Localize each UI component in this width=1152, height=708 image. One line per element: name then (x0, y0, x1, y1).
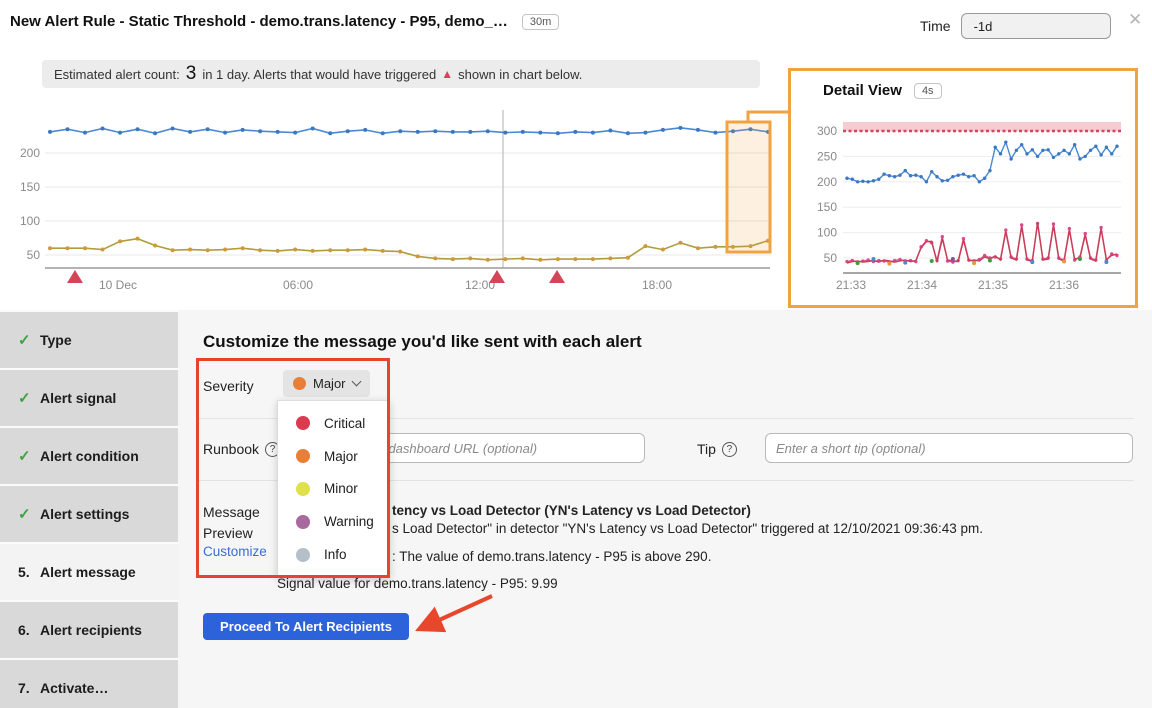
banner-text: Estimated alert count: (54, 67, 180, 82)
check-icon: ✓ (18, 447, 40, 465)
sidebar-item-alert-signal[interactable]: ✓Alert signal (0, 370, 178, 426)
check-icon: ✓ (18, 505, 40, 523)
detail-resolution-badge: 4s (914, 83, 942, 99)
alert-count: 3 (186, 63, 197, 85)
time-range-group: Time (920, 13, 1111, 39)
sidebar-item-activate[interactable]: 7.Activate… (0, 660, 178, 708)
banner-text: in 1 day. Alerts that would have trigger… (202, 67, 436, 82)
severity-option-info[interactable]: Info (278, 539, 389, 571)
banner-text: shown in chart below. (458, 67, 582, 82)
sidebar-item-label: Type (40, 332, 72, 348)
svg-text:06:00: 06:00 (283, 278, 313, 292)
svg-text:150: 150 (817, 200, 837, 214)
step-number: 6. (18, 622, 40, 638)
severity-dropdown-menu: Critical Major Minor Warning Info (277, 400, 390, 578)
step-number: 7. (18, 680, 40, 696)
severity-option-warning[interactable]: Warning (278, 506, 389, 538)
estimated-alert-banner: Estimated alert count: 3 in 1 day. Alert… (42, 60, 760, 88)
check-icon: ✓ (18, 331, 40, 349)
help-icon[interactable]: ? (722, 442, 737, 457)
severity-option-major[interactable]: Major (278, 440, 389, 472)
severity-option-minor[interactable]: Minor (278, 473, 389, 505)
time-label: Time (920, 18, 951, 34)
severity-color-dot (296, 482, 310, 496)
sidebar-item-alert-recipients[interactable]: 6.Alert recipients (0, 602, 178, 658)
customize-link[interactable]: Customize (203, 544, 267, 559)
severity-option-label: Minor (324, 481, 358, 496)
svg-text:50: 50 (27, 248, 41, 262)
severity-option-label: Major (324, 449, 358, 464)
sidebar-item-alert-condition[interactable]: ✓Alert condition (0, 428, 178, 484)
severity-label: Severity (203, 378, 254, 394)
severity-option-critical[interactable]: Critical (278, 407, 389, 439)
severity-color-dot (296, 449, 310, 463)
svg-text:21:35: 21:35 (978, 278, 1008, 292)
chart-resolution-badge: 30m (522, 14, 559, 30)
wizard-steps-sidebar: ✓Type✓Alert signal✓Alert condition✓Alert… (0, 310, 178, 708)
sidebar-item-label: Alert condition (40, 448, 139, 464)
sidebar-item-label: Alert signal (40, 390, 116, 406)
tip-input[interactable] (765, 433, 1133, 463)
message-preview-label: Message Preview (203, 502, 279, 544)
detail-view-chart: 300 250 200 150 100 50 21:33 21:34 21:35 21:36 (791, 105, 1135, 305)
close-icon[interactable]: ✕ (1128, 10, 1142, 30)
proceed-to-alert-recipients-button[interactable]: Proceed To Alert Recipients (203, 613, 409, 640)
sidebar-item-label: Alert message (40, 564, 136, 580)
severity-color-dot (293, 377, 306, 390)
svg-text:21:33: 21:33 (836, 278, 866, 292)
svg-text:21:36: 21:36 (1049, 278, 1079, 292)
svg-text:18:00: 18:00 (642, 278, 672, 292)
severity-option-label: Critical (324, 416, 365, 431)
severity-color-dot (296, 548, 310, 562)
svg-text:10 Dec: 10 Dec (99, 278, 137, 292)
runbook-label: Runbook ? (203, 441, 280, 457)
svg-text:200: 200 (20, 146, 40, 160)
sidebar-item-label: Alert settings (40, 506, 129, 522)
severity-color-dot (296, 416, 310, 430)
sidebar-item-label: Alert recipients (40, 622, 142, 638)
preview-line: : The value of demo.trans.latency - P95 … (392, 549, 711, 564)
alert-triangle-icon: ▲ (441, 67, 453, 81)
svg-text:300: 300 (817, 124, 837, 138)
sidebar-item-label: Activate… (40, 680, 108, 696)
header: New Alert Rule - Static Threshold - demo… (10, 13, 559, 30)
svg-text:100: 100 (817, 226, 837, 240)
tip-label: Tip ? (697, 441, 737, 457)
svg-text:12:00: 12:00 (465, 278, 495, 292)
severity-dropdown-button[interactable]: Major (283, 370, 370, 397)
severity-value: Major (313, 376, 346, 391)
page-title: New Alert Rule - Static Threshold - demo… (10, 13, 508, 30)
sidebar-item-type[interactable]: ✓Type (0, 312, 178, 368)
check-icon: ✓ (18, 389, 40, 407)
detail-view-title: Detail View (823, 82, 902, 99)
svg-text:100: 100 (20, 214, 40, 228)
svg-text:200: 200 (817, 175, 837, 189)
preview-line: s Load Detector" in detector "YN's Laten… (392, 521, 983, 536)
detail-view-panel: Detail View 4s 300 250 200 150 100 50 21:33 21:… (788, 68, 1138, 308)
severity-option-label: Warning (324, 514, 374, 529)
step-number: 5. (18, 564, 40, 580)
svg-text:250: 250 (817, 149, 837, 163)
svg-text:150: 150 (20, 180, 40, 194)
severity-color-dot (296, 515, 310, 529)
preview-line: tency vs Load Detector (YN's Latency vs … (392, 503, 751, 518)
chevron-down-icon (351, 377, 361, 387)
severity-option-label: Info (324, 547, 347, 562)
sidebar-item-alert-settings[interactable]: ✓Alert settings (0, 486, 178, 542)
section-heading: Customize the message you'd like sent wi… (203, 332, 642, 352)
sidebar-item-alert-message[interactable]: 5.Alert message (0, 544, 178, 600)
alert-rule-page: New Alert Rule - Static Threshold - demo… (0, 0, 1152, 708)
svg-text:50: 50 (824, 251, 838, 265)
svg-text:21:34: 21:34 (907, 278, 937, 292)
preview-line: Signal value for demo.trans.latency - P9… (277, 576, 558, 591)
time-range-input[interactable] (961, 13, 1111, 39)
